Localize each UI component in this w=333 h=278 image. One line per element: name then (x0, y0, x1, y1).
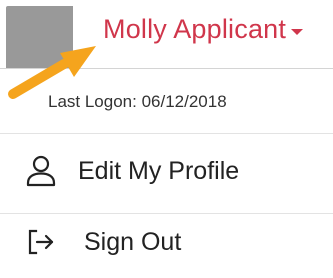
user-menu-toggle[interactable]: Molly Applicant (103, 12, 304, 46)
edit-profile-menu-item[interactable]: Edit My Profile (0, 148, 333, 206)
dropdown-divider (0, 133, 333, 134)
user-dropdown-menu: Last Logon: 06/12/2018 Edit My Profile S… (0, 69, 333, 278)
user-icon (26, 155, 56, 187)
caret-down-icon (291, 29, 304, 35)
sign-out-menu-item[interactable]: Sign Out (0, 219, 333, 277)
last-logon-text: Last Logon: 06/12/2018 (48, 92, 227, 111)
sign-out-icon (28, 229, 54, 255)
avatar[interactable] (6, 6, 73, 68)
dropdown-divider (0, 213, 333, 214)
top-bar: Molly Applicant (0, 0, 333, 99)
edit-profile-label: Edit My Profile (78, 157, 240, 185)
user-name: Molly Applicant (103, 14, 287, 44)
sign-out-label: Sign Out (84, 228, 182, 256)
